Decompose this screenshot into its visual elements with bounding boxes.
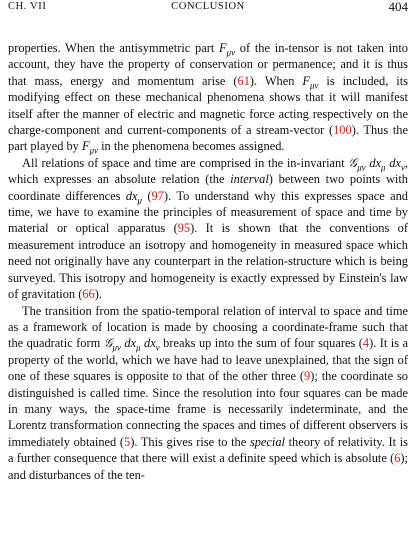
text-run: in the phenomena becomes assigned. bbox=[98, 139, 285, 154]
paragraph-3: The transition from the spatio-temporal … bbox=[8, 303, 408, 483]
emphasis: special bbox=[249, 434, 285, 449]
text-run: breaks up into the sum of four squares ( bbox=[159, 336, 363, 351]
body-text: properties. When the antisymmetric part … bbox=[8, 40, 408, 483]
math-expression: Fμν bbox=[302, 73, 319, 91]
text-run: ). bbox=[94, 287, 102, 302]
section-reference-link[interactable]: 95 bbox=[178, 221, 190, 235]
math-expression: Fμν bbox=[81, 139, 98, 156]
text-run: ). When bbox=[249, 73, 303, 88]
section-reference-link[interactable]: 100 bbox=[333, 123, 352, 137]
math-expression: 𝒢μν dxμ dxν bbox=[103, 336, 160, 353]
text-run: ). This gives rise to the bbox=[130, 434, 250, 449]
section-reference-link[interactable]: 97 bbox=[151, 189, 163, 203]
math-expression: 𝒢μν dxμ dxν bbox=[348, 155, 405, 173]
math-expression: dxμ bbox=[125, 188, 142, 206]
page-number: 404 bbox=[388, 0, 409, 14]
text-run: properties. When the antisymmetric part bbox=[8, 41, 220, 55]
section-reference-link[interactable]: 61 bbox=[238, 74, 250, 88]
section-reference-link[interactable]: 66 bbox=[82, 287, 94, 301]
paragraph-1: properties. When the antisymmetric part … bbox=[8, 40, 408, 155]
running-title: CONCLUSION bbox=[171, 1, 245, 12]
text-run: All relations of space and time are comp… bbox=[22, 155, 349, 170]
emphasis: interval bbox=[230, 172, 269, 187]
paragraph-2: All relations of space and time are comp… bbox=[8, 155, 408, 303]
running-header: CH. VII CONCLUSION 404 bbox=[8, 0, 409, 17]
math-expression: Fμν bbox=[219, 41, 236, 58]
